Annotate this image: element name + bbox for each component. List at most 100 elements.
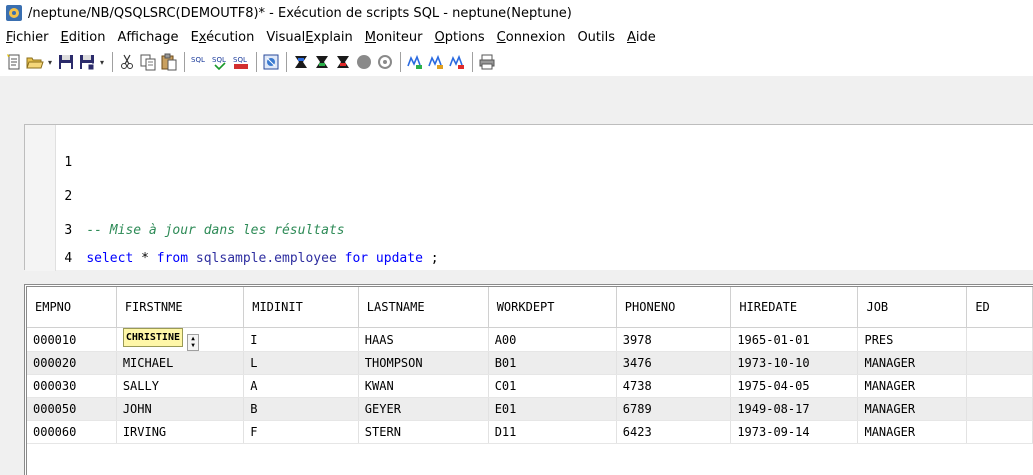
cell-workdept[interactable]: E01: [488, 397, 617, 421]
column-header-midinit[interactable]: MIDINIT: [243, 287, 359, 328]
stop-icon[interactable]: [354, 52, 374, 72]
monitor-step-icon[interactable]: [426, 52, 446, 72]
cell-lastname[interactable]: THOMPSON: [358, 351, 489, 375]
column-header-firstnme[interactable]: FIRSTNME: [116, 287, 245, 328]
sql-keyword-for-update: for update: [344, 251, 423, 266]
cell-hiredate[interactable]: 1965-01-01: [730, 327, 859, 352]
cell-midinit[interactable]: F: [243, 420, 359, 444]
cell-midinit[interactable]: I: [243, 327, 359, 352]
cell-phoneno[interactable]: 3978: [616, 327, 732, 352]
cell-midinit[interactable]: A: [243, 374, 359, 398]
cell-firstnme[interactable]: SALLY: [116, 374, 245, 398]
sql-editor[interactable]: 1 2 3 -- Mise à jour dans les résultats 4…: [24, 124, 1033, 271]
cell-ed[interactable]: [966, 420, 1033, 444]
cell-edit-input[interactable]: CHRISTINE: [122, 328, 183, 347]
cell-empno[interactable]: 000010: [27, 327, 117, 352]
menu-options[interactable]: Options: [428, 30, 490, 45]
explain-step-icon[interactable]: [312, 52, 332, 72]
menu-aide[interactable]: Aide: [621, 30, 662, 45]
cell-midinit[interactable]: L: [243, 351, 359, 375]
spinner-down-icon[interactable]: ▼: [188, 342, 198, 349]
cell-hiredate[interactable]: 1973-09-14: [730, 420, 859, 444]
cell-empno[interactable]: 000020: [27, 351, 117, 375]
results-icon[interactable]: [261, 52, 281, 72]
cell-ed[interactable]: [966, 327, 1033, 352]
cell-workdept[interactable]: A00: [488, 327, 617, 352]
cell-ed[interactable]: [966, 397, 1033, 421]
cell-hiredate[interactable]: 1949-08-17: [730, 397, 859, 421]
table-row[interactable]: 000010 CHRISTINE ▲ ▼ I HAAS A00 3978 1965-…: [27, 327, 1033, 352]
run-sql-icon[interactable]: SQL: [189, 52, 209, 72]
paste-icon[interactable]: [159, 52, 179, 72]
column-header-job[interactable]: JOB: [857, 287, 968, 328]
cell-workdept[interactable]: B01: [488, 351, 617, 375]
cell-firstnme[interactable]: JOHN: [116, 397, 245, 421]
cell-phoneno[interactable]: 3476: [616, 351, 732, 375]
column-header-workdept[interactable]: WORKDEPT: [488, 287, 617, 328]
cell-firstnme[interactable]: IRVING: [116, 420, 245, 444]
cell-empno[interactable]: 000060: [27, 420, 117, 444]
cancel-icon[interactable]: [375, 52, 395, 72]
cell-lastname[interactable]: STERN: [358, 420, 489, 444]
menu-visualexplain[interactable]: VisualExplain: [260, 30, 358, 45]
new-script-icon[interactable]: [4, 52, 24, 72]
monitor-icon[interactable]: [405, 52, 425, 72]
menu-affichage[interactable]: Affichage: [111, 30, 184, 45]
explain-all-icon[interactable]: [333, 52, 353, 72]
cell-job[interactable]: PRES: [857, 327, 968, 352]
save-icon[interactable]: [56, 52, 76, 72]
open-dropdown-icon[interactable]: ▾: [46, 52, 54, 72]
cell-midinit[interactable]: B: [243, 397, 359, 421]
cell-phoneno[interactable]: 6789: [616, 397, 732, 421]
menu-edition[interactable]: Edition: [55, 30, 112, 45]
spinner-up-icon[interactable]: ▲: [188, 335, 198, 342]
menu-fichier[interactable]: Fichier: [0, 30, 55, 45]
cell-hiredate[interactable]: 1973-10-10: [730, 351, 859, 375]
column-header-empno[interactable]: EMPNO: [27, 287, 117, 328]
explain-icon[interactable]: [291, 52, 311, 72]
save-as-icon[interactable]: [77, 52, 97, 72]
cell-job[interactable]: MANAGER: [857, 374, 968, 398]
cell-empno[interactable]: 000050: [27, 397, 117, 421]
run-sql-all-icon[interactable]: SQL: [231, 52, 251, 72]
table-row[interactable]: 000050 JOHN B GEYER E01 6789 1949-08-17 …: [27, 397, 1033, 421]
table-row[interactable]: 000020 MICHAEL L THOMPSON B01 3476 1973-…: [27, 351, 1033, 375]
cell-lastname[interactable]: GEYER: [358, 397, 489, 421]
cell-job[interactable]: MANAGER: [857, 351, 968, 375]
cell-job[interactable]: MANAGER: [857, 397, 968, 421]
column-header-phoneno[interactable]: PHONENO: [616, 287, 732, 328]
cell-ed[interactable]: [966, 351, 1033, 375]
cell-hiredate[interactable]: 1975-04-05: [730, 374, 859, 398]
monitor-all-icon[interactable]: [447, 52, 467, 72]
cell-phoneno[interactable]: 4738: [616, 374, 732, 398]
cut-icon[interactable]: [117, 52, 137, 72]
table-row[interactable]: 000060 IRVING F STERN D11 6423 1973-09-1…: [27, 420, 1033, 444]
results-grid[interactable]: EMPNO FIRSTNME MIDINIT LASTNAME WORKDEPT…: [24, 284, 1033, 475]
cell-workdept[interactable]: C01: [488, 374, 617, 398]
cell-spinner[interactable]: ▲ ▼: [187, 334, 199, 351]
copy-icon[interactable]: [138, 52, 158, 72]
cell-job[interactable]: MANAGER: [857, 420, 968, 444]
menu-outils[interactable]: Outils: [571, 30, 621, 45]
run-sql-step-icon[interactable]: SQL: [210, 52, 230, 72]
table-row[interactable]: 000030 SALLY A KWAN C01 4738 1975-04-05 …: [27, 374, 1033, 398]
menu-moniteur[interactable]: Moniteur: [359, 30, 429, 45]
column-header-lastname[interactable]: LASTNAME: [358, 287, 489, 328]
column-header-ed[interactable]: ED: [966, 287, 1033, 328]
cell-empno[interactable]: 000030: [27, 374, 117, 398]
cell-phoneno[interactable]: 6423: [616, 420, 732, 444]
open-folder-icon[interactable]: [25, 52, 45, 72]
cell-firstnme[interactable]: MICHAEL: [116, 351, 245, 375]
cell-lastname[interactable]: HAAS: [358, 327, 489, 352]
toolbar-separator: [184, 52, 185, 72]
column-header-hiredate[interactable]: HIREDATE: [730, 287, 859, 328]
sql-keyword-from: from: [156, 251, 189, 266]
print-icon[interactable]: [477, 52, 497, 72]
cell-workdept[interactable]: D11: [488, 420, 617, 444]
save-dropdown-icon[interactable]: ▾: [98, 52, 106, 72]
cell-ed[interactable]: [966, 374, 1033, 398]
cell-lastname[interactable]: KWAN: [358, 374, 489, 398]
menu-connexion[interactable]: Connexion: [491, 30, 572, 45]
menu-execution[interactable]: Exécution: [185, 30, 261, 45]
cell-firstnme-editing[interactable]: CHRISTINE ▲ ▼: [116, 327, 245, 352]
